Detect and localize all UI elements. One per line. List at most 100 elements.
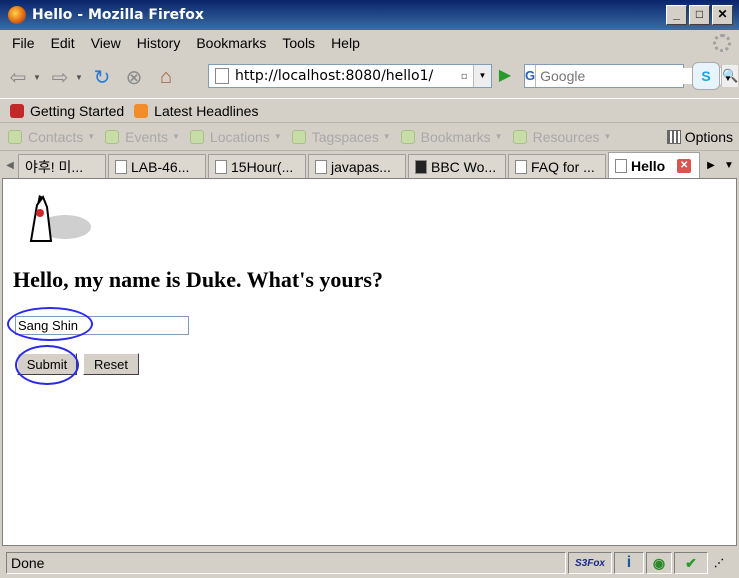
bookmarks-toolbar: Getting Started Latest Headlines — [0, 98, 739, 122]
menu-help[interactable]: Help — [323, 35, 368, 51]
page-icon — [215, 68, 229, 84]
tab-label: LAB-46... — [131, 158, 190, 175]
throbber-icon — [713, 34, 731, 52]
ext-label: Tagspaces — [311, 128, 379, 145]
search-engine-icon[interactable]: G — [525, 65, 537, 87]
forward-icon[interactable]: ⇨ — [46, 63, 74, 91]
menu-tools[interactable]: Tools — [274, 35, 323, 51]
ext-label: Resources — [532, 128, 600, 145]
tab-scroll-right-icon[interactable]: ▶ — [702, 154, 720, 178]
annotation-circle — [7, 307, 93, 341]
events-icon — [105, 129, 120, 144]
menu-edit[interactable]: Edit — [43, 35, 83, 51]
tab-bar: ◀ 야후! 미... LAB-46... 15Hour(... javapas.… — [0, 150, 739, 178]
tab-label: 15Hour(... — [231, 158, 294, 175]
ext-label: Contacts — [28, 128, 84, 145]
chevron-down-icon: ▼ — [273, 132, 282, 141]
close-tab-icon[interactable]: ✕ — [677, 158, 692, 173]
tab-yahoo[interactable]: 야후! 미... — [18, 154, 106, 178]
title-bar: Hello - Mozilla Firefox _ □ ✕ — [0, 0, 739, 30]
options-button[interactable]: Options — [666, 129, 733, 145]
rss-feed-icon — [134, 103, 149, 118]
forward-history-dropdown[interactable]: ▼ — [74, 73, 84, 82]
chevron-down-icon: ▼ — [494, 132, 503, 141]
tab-label: Hello — [631, 157, 666, 174]
bookmark-label: Latest Headlines — [154, 102, 259, 119]
resources-icon — [512, 129, 527, 144]
ext-resources[interactable]: Resources ▼ — [512, 128, 611, 145]
back-icon[interactable]: ⇦ — [4, 63, 32, 91]
page-icon — [115, 159, 127, 174]
menu-history[interactable]: History — [129, 35, 189, 51]
tab-scroll-left-icon[interactable]: ◀ — [2, 154, 18, 178]
ext-locations[interactable]: Locations ▼ — [189, 128, 282, 145]
tab-label: javapas... — [331, 158, 391, 175]
tab-list-dropdown-icon[interactable]: ▼ — [720, 154, 738, 178]
tab-hello[interactable]: Hello ✕ — [608, 152, 700, 178]
chevron-down-icon: ▼ — [171, 132, 180, 141]
menu-view[interactable]: View — [83, 35, 129, 51]
status-bar: Done S3Fox i ◉ ✔ ⋰ — [0, 548, 739, 578]
go-icon[interactable]: ▶ — [494, 64, 516, 88]
tagspaces-icon — [291, 129, 306, 144]
resize-grip-icon[interactable]: ⋰ — [710, 552, 728, 574]
menu-bookmarks[interactable]: Bookmarks — [188, 35, 274, 51]
back-history-dropdown[interactable]: ▼ — [32, 73, 42, 82]
skype-icon[interactable]: S — [692, 62, 720, 90]
bookmark-label: Getting Started — [30, 102, 125, 119]
close-button[interactable]: ✕ — [712, 5, 733, 25]
rss-icon[interactable]: ◘ — [462, 71, 467, 81]
duke-mascot-image — [29, 194, 91, 242]
url-text[interactable]: http://localhost:8080/hello1/ — [235, 68, 462, 84]
maximize-button[interactable]: □ — [689, 5, 710, 25]
options-label: Options — [684, 129, 733, 145]
bookmark-getting-started[interactable]: Getting Started — [10, 103, 124, 119]
menu-file[interactable]: File — [4, 35, 43, 51]
info-icon[interactable]: i — [614, 552, 644, 574]
window-title: Hello - Mozilla Firefox — [32, 7, 204, 23]
url-bar[interactable]: http://localhost:8080/hello1/ ◘ ▼ — [208, 64, 492, 88]
page-icon — [515, 159, 527, 174]
chevron-down-icon: ▼ — [87, 132, 96, 141]
window-controls: _ □ ✕ — [666, 5, 733, 25]
navigation-toolbar: ⇦ ▼ ⇨ ▼ ↻ ⊗ ⌂ http://localhost:8080/hell… — [0, 56, 739, 98]
minimize-button[interactable]: _ — [666, 5, 687, 25]
getting-started-icon — [10, 103, 24, 118]
ext-bookmarks[interactable]: Bookmarks ▼ — [400, 128, 503, 145]
ext-label: Events — [125, 128, 168, 145]
tab-lab[interactable]: LAB-46... — [108, 154, 206, 178]
page-icon — [615, 158, 627, 173]
ext-tagspaces[interactable]: Tagspaces ▼ — [291, 128, 391, 145]
skype-dropdown-icon[interactable]: ▼ — [724, 74, 732, 83]
search-bar: G 🔍 — [524, 64, 739, 88]
tab-label: 야후! 미... — [25, 158, 84, 175]
reset-button[interactable]: Reset — [83, 353, 139, 375]
page-icon — [215, 159, 227, 174]
tab-bbc[interactable]: BBC Wo... — [408, 154, 506, 178]
tab-label: BBC Wo... — [431, 158, 497, 175]
s3fox-icon[interactable]: S3Fox — [568, 552, 612, 574]
locations-icon — [189, 129, 204, 144]
stop-icon[interactable]: ⊗ — [120, 63, 148, 91]
home-icon[interactable]: ⌂ — [152, 63, 180, 91]
menu-bar: File Edit View History Bookmarks Tools H… — [0, 30, 739, 56]
tab-faq[interactable]: FAQ for ... — [508, 154, 606, 178]
url-dropdown-icon[interactable]: ▼ — [473, 65, 491, 87]
check-icon[interactable]: ✔ — [674, 552, 708, 574]
bookmark-latest-headlines[interactable]: Latest Headlines — [134, 103, 258, 119]
contacts-icon — [8, 129, 22, 144]
page-icon — [315, 159, 327, 174]
firefox-icon — [8, 6, 26, 24]
ext-events[interactable]: Events ▼ — [105, 129, 180, 145]
tab-label: FAQ for ... — [531, 158, 595, 175]
bbc-icon — [415, 159, 427, 174]
tab-15hour[interactable]: 15Hour(... — [208, 154, 306, 178]
page-heading: Hello, my name is Duke. What's yours? — [13, 267, 383, 292]
options-icon — [666, 130, 681, 144]
ext-label: Locations — [209, 128, 270, 145]
sync-icon[interactable]: ◉ — [646, 552, 672, 574]
ext-contacts[interactable]: Contacts ▼ — [8, 129, 95, 145]
ext-label: Bookmarks — [420, 128, 491, 145]
tab-javapassion[interactable]: javapas... — [308, 154, 406, 178]
reload-icon[interactable]: ↻ — [88, 63, 116, 91]
